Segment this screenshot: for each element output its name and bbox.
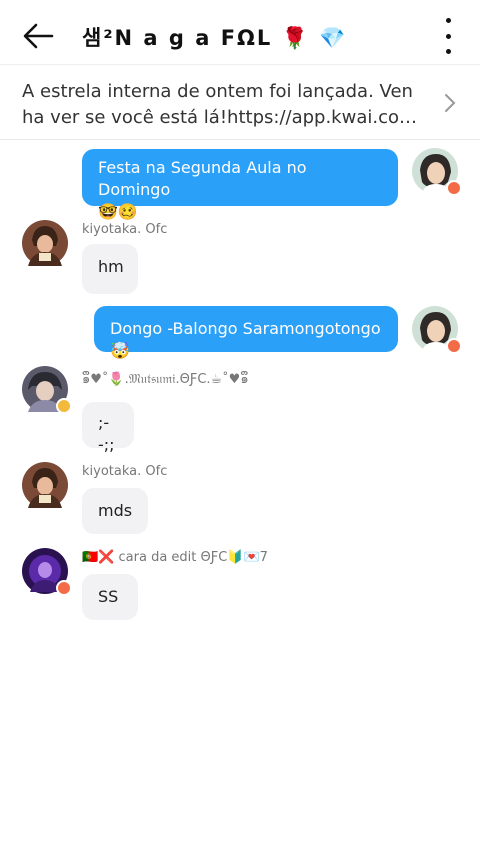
chevron-right-icon [445,94,456,112]
more-options-button[interactable] [440,18,456,54]
chat-header: 샘²N a g a FΩL 🌹 💎 [0,0,480,72]
dot-icon [445,33,451,39]
avatar-kiyotaka[interactable] [22,462,72,512]
avatar-kiyotaka[interactable] [22,220,72,270]
badge-icon [446,338,462,354]
message-bubble-incoming[interactable]: hm [82,244,138,294]
message-bubble-outgoing[interactable]: Festa na Segunda Aula no Domingo 🤓🥴 [82,149,398,221]
message-text: SS [98,587,119,606]
badge-icon [446,180,462,196]
avatar-mutsumi[interactable] [22,366,72,416]
message-bubble-incoming[interactable]: ;--;; [82,402,134,454]
avatar-cara-da-edit[interactable] [22,548,72,598]
back-button[interactable] [18,18,58,54]
notice-text: A estrela interna de ontem foi lançada. … [22,81,423,128]
message-text: Dongo -Balongo Saramongotongo 🤯 [110,319,381,360]
message-text: hm [98,257,124,276]
pinned-notice[interactable]: A estrela interna de ontem foi lançada. … [0,64,480,140]
message-text: mds [98,501,133,520]
sender-name: kiyotaka. Ofc [82,464,168,479]
message-bubble-incoming[interactable]: SS [82,574,138,620]
message-emoji: 🤓🥴 [98,202,138,221]
avatar-self[interactable] [412,148,462,198]
message-list[interactable]: Festa na Segunda Aula no Domingo 🤓🥴 kiyo… [0,140,480,854]
sender-name: ๑ຶ♥˚🌷.𝔐𝔲𝔱𝔰𝔲𝔪𝔦.ΘƑC.☕˚♥๑ຶ [82,372,249,387]
message-text: Festa na Segunda Aula no Domingo [98,158,307,199]
badge-icon [56,580,72,596]
arrow-left-icon [23,23,54,49]
avatar-image [22,462,68,508]
badge-icon [56,398,72,414]
group-title: 샘²N a g a FΩL 🌹 💎 [82,26,348,50]
avatar-image [22,220,68,266]
dot-icon [445,18,451,23]
message-bubble-outgoing[interactable]: Dongo -Balongo Saramongotongo 🤯 [94,306,398,360]
message-text: ;--;; [98,413,115,454]
dot-icon [445,49,451,54]
avatar-self[interactable] [412,306,462,356]
message-bubble-incoming[interactable]: mds [82,488,148,534]
sender-name: 🇵🇹❌ cara da edit ΘƑC🔰💌7 [82,550,268,565]
sender-name: kiyotaka. Ofc [82,222,168,237]
